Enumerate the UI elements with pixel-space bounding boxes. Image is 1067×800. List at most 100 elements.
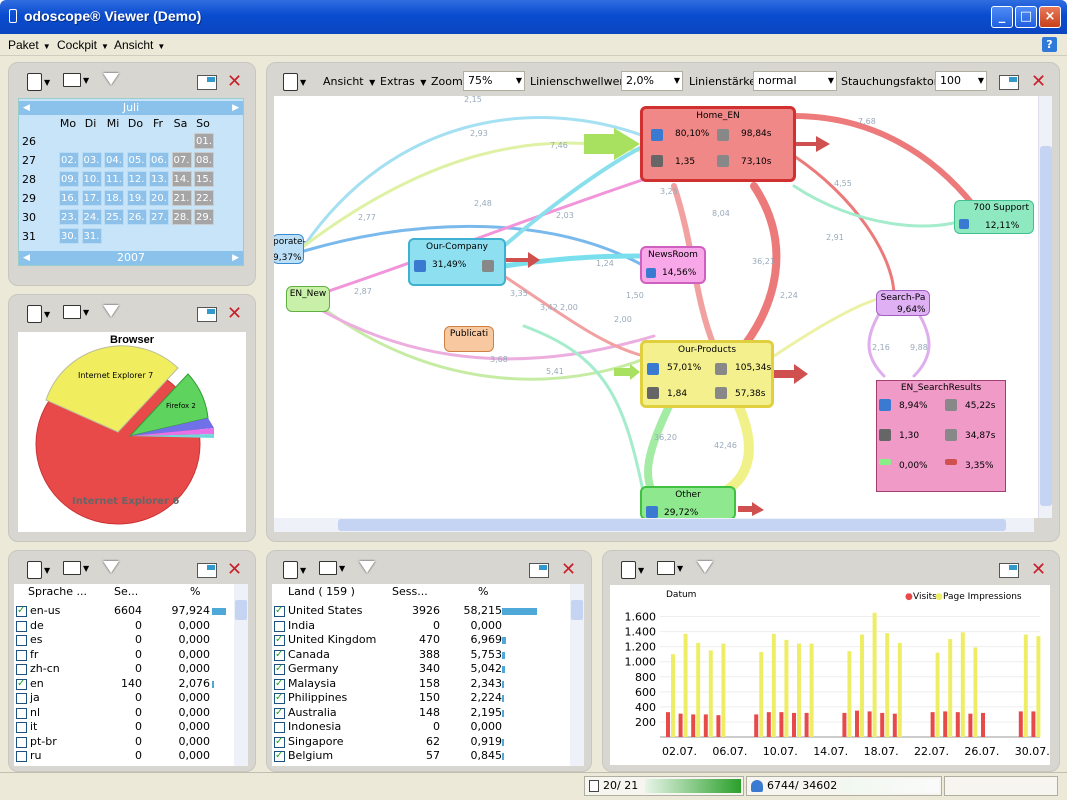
col-header-sessions[interactable]: Sess... bbox=[392, 584, 428, 600]
calendar-day[interactable]: 29. bbox=[194, 209, 214, 225]
calendar-day[interactable]: 15. bbox=[194, 171, 214, 187]
row-checkbox[interactable] bbox=[274, 706, 285, 720]
calendar-day[interactable]: 09. bbox=[59, 171, 79, 187]
monitor-tool[interactable]: ▼ bbox=[63, 305, 89, 325]
calendar-day[interactable]: 20. bbox=[149, 190, 169, 206]
calendar-day[interactable]: 12. bbox=[126, 171, 147, 187]
row-checkbox[interactable] bbox=[16, 707, 27, 719]
table-row[interactable]: es 0 0,000 bbox=[14, 633, 230, 648]
row-checkbox[interactable] bbox=[274, 749, 285, 764]
clipboard-tool[interactable]: ▼ bbox=[283, 561, 306, 581]
clipboard-tool[interactable]: ▼ bbox=[27, 561, 50, 581]
node-en-new[interactable]: EN_New bbox=[286, 286, 330, 312]
calendar-day[interactable]: 18. bbox=[104, 190, 124, 206]
linienschwellwert-select[interactable]: 2,0% ▼ bbox=[621, 71, 683, 91]
table-row[interactable]: Australia 148 2,195 bbox=[272, 706, 566, 720]
stauchungsfaktor-select[interactable]: 100 ▼ bbox=[935, 71, 987, 91]
col-header-sessions[interactable]: Se... bbox=[114, 584, 138, 600]
clipboard-tool[interactable]: ▼ bbox=[27, 73, 50, 93]
scroll-thumb[interactable] bbox=[338, 519, 1006, 531]
table-row[interactable]: India 0 0,000 bbox=[272, 619, 566, 634]
table-row[interactable]: Germany 340 5,042 bbox=[272, 662, 566, 677]
row-checkbox[interactable] bbox=[16, 635, 27, 646]
row-checkbox[interactable] bbox=[16, 736, 27, 748]
calendar-day[interactable]: 13. bbox=[149, 171, 169, 187]
calendar-day[interactable]: 01. bbox=[194, 133, 214, 149]
close-panel-icon[interactable]: ✕ bbox=[227, 71, 242, 92]
menu-ansicht[interactable]: Ansicht ▼ bbox=[114, 38, 165, 52]
calendar-day[interactable]: 07. bbox=[171, 152, 192, 168]
close-window-button[interactable]: × bbox=[1039, 6, 1061, 28]
calendar-day[interactable]: 04. bbox=[104, 152, 124, 168]
calendar-day[interactable]: 05. bbox=[126, 152, 147, 168]
zoom-select[interactable]: 75% ▼ bbox=[463, 71, 525, 91]
scroll-thumb[interactable] bbox=[1040, 146, 1052, 506]
monitor-tool[interactable]: ▼ bbox=[63, 561, 89, 581]
row-checkbox[interactable] bbox=[274, 677, 285, 691]
ansicht-menu[interactable]: Ansicht ▼ bbox=[323, 75, 375, 95]
prev-year-icon[interactable]: ◀ bbox=[23, 251, 30, 265]
graph-vertical-scrollbar[interactable] bbox=[1038, 96, 1052, 518]
row-checkbox[interactable] bbox=[16, 620, 27, 632]
row-checkbox[interactable] bbox=[274, 691, 285, 706]
row-checkbox[interactable] bbox=[16, 664, 27, 675]
row-checkbox[interactable] bbox=[274, 648, 285, 662]
node-other[interactable]: Other 29,72% bbox=[640, 486, 736, 518]
calendar-day[interactable]: 23. bbox=[59, 209, 79, 225]
row-checkbox[interactable] bbox=[274, 633, 285, 648]
calendar-day[interactable]: 08. bbox=[194, 152, 214, 168]
calendar-day[interactable]: 27. bbox=[149, 209, 169, 225]
table-row[interactable]: it 0 0,000 bbox=[14, 720, 230, 735]
table-row[interactable]: Canada 388 5,753 bbox=[272, 648, 566, 662]
table-row[interactable]: Singapore 62 0,919 bbox=[272, 735, 566, 749]
table-row[interactable]: Indonesia 0 0,000 bbox=[272, 720, 566, 735]
prev-month-icon[interactable]: ◀ bbox=[23, 101, 30, 115]
table-row[interactable]: fr 0 0,000 bbox=[14, 648, 230, 663]
calendar-day[interactable]: 26. bbox=[126, 209, 147, 225]
row-checkbox[interactable] bbox=[274, 662, 285, 677]
expand-panel-icon[interactable] bbox=[197, 563, 217, 578]
calendar-day[interactable]: 24. bbox=[81, 209, 102, 225]
clipboard-tool[interactable]: ▼ bbox=[283, 73, 306, 93]
linienstaerke-select[interactable]: normal ▼ bbox=[753, 71, 837, 91]
node-our-products[interactable]: Our-Products 57,01% 105,34s 1,84 57,38s bbox=[640, 340, 774, 408]
help-icon[interactable]: ? bbox=[1042, 37, 1057, 52]
calendar-day[interactable]: 03. bbox=[81, 152, 102, 168]
close-panel-icon[interactable]: ✕ bbox=[227, 303, 242, 324]
menu-cockpit[interactable]: Cockpit ▼ bbox=[57, 38, 109, 52]
row-checkbox[interactable] bbox=[16, 604, 27, 619]
table-row[interactable]: ru 0 0,000 bbox=[14, 749, 230, 764]
node-home-en[interactable]: Home_EN 80,10% 98,84s 1,35 73,10s bbox=[640, 106, 796, 182]
calendar-day[interactable]: 25. bbox=[104, 209, 124, 225]
calendar-day[interactable]: 21. bbox=[171, 190, 192, 206]
clipboard-tool[interactable]: ▼ bbox=[27, 305, 50, 325]
monitor-tool[interactable]: ▼ bbox=[319, 561, 345, 581]
calendar-day[interactable]: 16. bbox=[59, 190, 79, 206]
node-corporate[interactable]: porate- 9,37% bbox=[274, 234, 306, 264]
node-support[interactable]: 700 Support 12,11% bbox=[954, 200, 1034, 234]
col-header-country[interactable]: Land ( 159 ) bbox=[288, 584, 355, 600]
calendar-day[interactable]: 02. bbox=[59, 152, 79, 168]
table-row[interactable]: Malaysia 158 2,343 bbox=[272, 677, 566, 691]
row-checkbox[interactable] bbox=[16, 677, 27, 691]
table-row[interactable]: de 0 0,000 bbox=[14, 619, 230, 634]
expand-panel-icon[interactable] bbox=[999, 75, 1019, 90]
filter-tool[interactable] bbox=[103, 305, 119, 325]
row-checkbox[interactable] bbox=[274, 735, 285, 749]
table-row[interactable]: United Kingdom 470 6,969 bbox=[272, 633, 566, 648]
monitor-tool[interactable]: ▼ bbox=[63, 73, 89, 93]
row-checkbox[interactable] bbox=[274, 620, 285, 632]
close-panel-icon[interactable]: ✕ bbox=[227, 559, 242, 580]
filter-tool[interactable] bbox=[103, 561, 119, 581]
scroll-thumb[interactable] bbox=[571, 600, 583, 620]
menu-paket[interactable]: Paket ▼ bbox=[8, 38, 51, 52]
next-month-icon[interactable]: ▶ bbox=[232, 101, 239, 115]
path-graph-canvas[interactable]: 2,15 2,93 7,46 7,68 4,55 2,77 2,48 2,03 … bbox=[274, 96, 1052, 518]
filter-tool[interactable] bbox=[359, 561, 375, 581]
close-panel-icon[interactable]: ✕ bbox=[1031, 71, 1046, 92]
table-row[interactable]: nl 0 0,000 bbox=[14, 706, 230, 721]
calendar-day[interactable]: 31. bbox=[81, 228, 102, 244]
next-year-icon[interactable]: ▶ bbox=[232, 251, 239, 265]
table-row[interactable]: Philippines 150 2,224 bbox=[272, 691, 566, 706]
table-row[interactable]: en-us 6604 97,924 bbox=[14, 604, 230, 619]
